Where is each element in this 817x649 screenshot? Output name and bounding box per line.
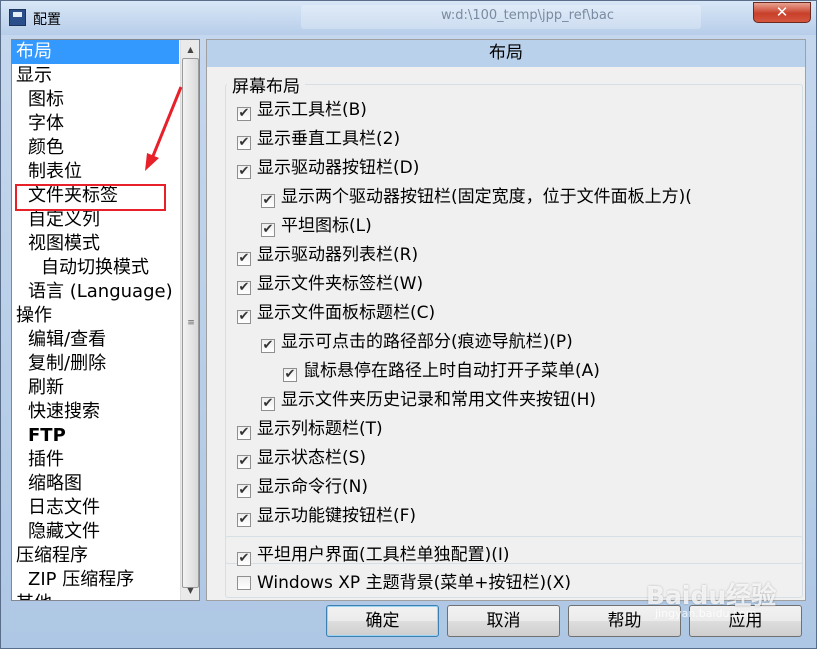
config-dialog: 配置 w:d:\100_temp\jpp_ref\bac ✕ 布局 显示 图标 字体颜… xyxy=(0,0,817,649)
tree-item[interactable]: 视图模式 xyxy=(12,232,100,256)
panel-header: 布局 xyxy=(207,40,805,67)
checkbox-checked-icon[interactable]: ✔ xyxy=(237,281,251,295)
watermark-subtext: jingyan.baidu.com xyxy=(655,607,757,620)
option-label: 显示文件面板标题栏(C) xyxy=(257,303,436,323)
scroll-up-icon[interactable]: ▲ xyxy=(182,41,199,58)
grip-icon: ≡ xyxy=(187,318,195,328)
option-checkbox[interactable]: ✔ 显示驱动器列表栏(R) xyxy=(237,243,418,269)
tree-item[interactable]: 制表位 xyxy=(12,160,82,184)
option-label: 显示垂直工具栏(2) xyxy=(257,129,401,149)
tree-item[interactable]: 语言 (Language) xyxy=(12,280,173,304)
tree-item[interactable]: 布局 xyxy=(12,40,179,64)
ok-button[interactable]: 确定 xyxy=(326,605,439,637)
option-checkbox[interactable]: ✔ 显示文件夹标签栏(W) xyxy=(237,272,423,298)
tree-item[interactable]: 图标 xyxy=(12,88,64,112)
option-label: 显示文件夹历史记录和常用文件夹按钮(H) xyxy=(281,390,597,410)
option-label: Windows XP 主题背景(菜单+按钮栏)(X) xyxy=(257,573,572,593)
annotation-highlight-box xyxy=(15,184,166,211)
option-label: 平坦图标(L) xyxy=(281,216,372,236)
scroll-down-icon[interactable]: ▼ xyxy=(182,582,199,599)
option-checkbox[interactable]: ✔ 显示可点击的路径部分(痕迹导航栏)(P) xyxy=(261,330,573,356)
background-window-path: w:d:\100_temp\jpp_ref\bac xyxy=(301,5,701,29)
option-checkbox[interactable]: ✔ 显示文件夹历史记录和常用文件夹按钮(H) xyxy=(261,388,596,414)
checkbox-checked-icon[interactable]: ✔ xyxy=(261,223,275,237)
tree-item[interactable]: 快速搜索 xyxy=(12,400,100,424)
option-checkbox[interactable]: ✔ 显示两个驱动器按钮栏(固定宽度，位于文件面板上方)( xyxy=(261,185,692,211)
tree-item[interactable]: 颜色 xyxy=(12,136,64,160)
tree-item[interactable]: 自定义列 xyxy=(12,208,100,232)
checkbox-checked-icon[interactable]: ✔ xyxy=(237,252,251,266)
option-label: 平坦用户界面(工具栏单独配置)(I) xyxy=(257,545,510,565)
cancel-button[interactable]: 取消 xyxy=(447,605,560,637)
option-checkbox[interactable]: ✔ 显示状态栏(S) xyxy=(237,446,366,472)
option-checkbox[interactable]: ✔ 显示驱动器按钮栏(D) xyxy=(237,156,419,182)
option-checkbox[interactable]: ✔ 显示垂直工具栏(2) xyxy=(237,127,400,153)
option-checkbox[interactable]: ✔ 显示工具栏(B) xyxy=(237,98,367,124)
app-icon xyxy=(9,9,26,26)
option-label: 显示驱动器按钮栏(D) xyxy=(257,158,420,178)
checkbox-checked-icon[interactable]: ✔ xyxy=(261,397,275,411)
option-label: 显示两个驱动器按钮栏(固定宽度，位于文件面板上方)( xyxy=(281,187,692,207)
tree-item[interactable]: 显示 xyxy=(12,64,52,88)
checkbox-checked-icon[interactable]: ✔ xyxy=(237,165,251,179)
settings-panel: 布局 ✔ 显示工具栏(B) ✔ 显示垂直工具栏(2) ✔ 显示驱动器按钮栏(D) ✔ 显示两个… xyxy=(206,39,806,601)
checkbox-unchecked-icon[interactable] xyxy=(237,576,251,590)
checkbox-checked-icon[interactable]: ✔ xyxy=(237,136,251,150)
tree-item[interactable]: 编辑/查看 xyxy=(12,328,106,352)
tree-item[interactable]: 复制/删除 xyxy=(12,352,106,376)
annotation-arrow-icon xyxy=(145,86,183,171)
group-title: 屏幕布局 xyxy=(227,72,305,97)
window-title: 配置 xyxy=(33,12,61,28)
tree-item[interactable]: 刷新 xyxy=(12,376,64,400)
option-checkbox[interactable]: ✔ 显示命令行(N) xyxy=(237,475,368,501)
checkbox-checked-icon[interactable]: ✔ xyxy=(237,484,251,498)
option-checkbox[interactable]: ✔ 显示文件面板标题栏(C) xyxy=(237,301,435,327)
option-label: 显示状态栏(S) xyxy=(257,448,367,468)
checkbox-checked-icon[interactable]: ✔ xyxy=(237,513,251,527)
tree-item[interactable]: ZIP 压缩程序 xyxy=(12,568,134,592)
tree-item[interactable]: 缩略图 xyxy=(12,472,82,496)
option-checkbox[interactable]: ✔ 平坦用户界面(工具栏单独配置)(I) xyxy=(237,543,510,569)
tree-item[interactable]: 压缩程序 xyxy=(12,544,88,568)
checkbox-checked-icon[interactable]: ✔ xyxy=(261,194,275,208)
tree-item[interactable]: 其他 xyxy=(12,592,52,600)
tree-item[interactable]: 自动切换模式 xyxy=(12,256,149,280)
checkbox-checked-icon[interactable]: ✔ xyxy=(283,368,297,382)
option-checkbox[interactable]: ✔ 显示列标题栏(T) xyxy=(237,417,383,443)
checkbox-checked-icon[interactable]: ✔ xyxy=(237,107,251,121)
option-label: 鼠标悬停在路径上时自动打开子菜单(A) xyxy=(303,361,600,381)
title-bar[interactable]: 配置 w:d:\100_temp\jpp_ref\bac ✕ xyxy=(1,1,816,35)
tree-item[interactable]: 隐藏文件 xyxy=(12,520,100,544)
checkbox-checked-icon[interactable]: ✔ xyxy=(237,426,251,440)
checkbox-checked-icon[interactable]: ✔ xyxy=(237,455,251,469)
option-label: 显示文件夹标签栏(W) xyxy=(257,274,424,294)
option-label: 显示命令行(N) xyxy=(257,477,368,497)
option-label: 显示列标题栏(T) xyxy=(257,419,383,439)
checkbox-checked-icon[interactable]: ✔ xyxy=(261,339,275,353)
option-label: 显示可点击的路径部分(痕迹导航栏)(P) xyxy=(281,332,573,352)
option-label: 显示驱动器列表栏(R) xyxy=(257,245,419,265)
close-button[interactable]: ✕ xyxy=(753,2,811,23)
tree-item[interactable]: 日志文件 xyxy=(12,496,100,520)
option-checkbox[interactable]: Windows XP 主题背景(菜单+按钮栏)(X) xyxy=(237,571,571,597)
tree-item[interactable]: 插件 xyxy=(12,448,64,472)
option-checkbox[interactable]: ✔ 平坦图标(L) xyxy=(261,214,372,240)
tree-item[interactable]: 字体 xyxy=(12,112,64,136)
option-checkbox[interactable]: ✔ 鼠标悬停在路径上时自动打开子菜单(A) xyxy=(283,359,600,385)
tree-item[interactable]: 操作 xyxy=(12,304,52,328)
checkbox-checked-icon[interactable]: ✔ xyxy=(237,552,251,566)
option-label: 显示功能键按钮栏(F) xyxy=(257,506,417,526)
tree-item[interactable]: FTP xyxy=(12,424,66,448)
option-label: 显示工具栏(B) xyxy=(257,100,367,120)
option-checkbox[interactable]: ✔ 显示功能键按钮栏(F) xyxy=(237,504,416,530)
checkbox-checked-icon[interactable]: ✔ xyxy=(237,310,251,324)
